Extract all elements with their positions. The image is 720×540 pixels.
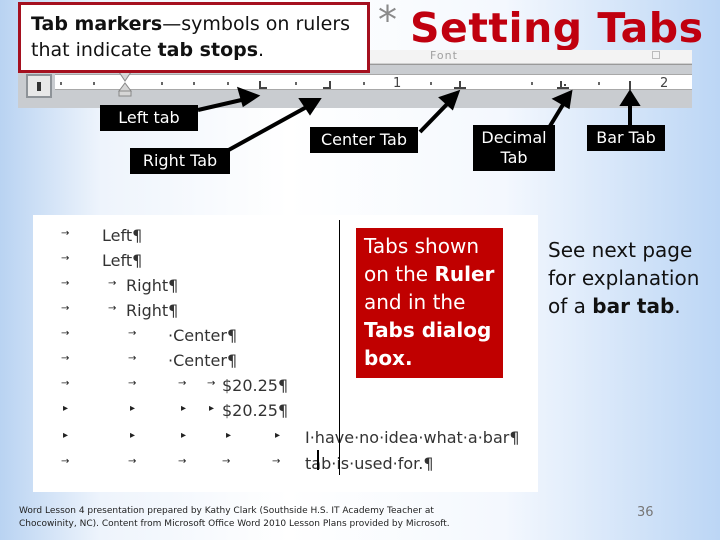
label-bar-tab: Bar Tab [587, 125, 665, 151]
doc-line-left-2: Left¶ [102, 251, 143, 270]
doc-line-center-1: ·Center¶ [168, 326, 238, 345]
tab-mark-icon: ▸ [130, 430, 136, 441]
tab-arrow-icon: → [108, 303, 117, 314]
callout-bold-ruler: Ruler [434, 262, 495, 286]
tab-mark-icon: ▸ [63, 403, 69, 414]
definition-box: Tab markers—symbols on rulers that indic… [18, 2, 370, 73]
doc-line-right-2: Right¶ [126, 301, 179, 320]
callout-text-2: and in the [364, 290, 466, 314]
definition-emphasis: tab stops [157, 39, 259, 61]
label-left-tab: Left tab [100, 105, 198, 131]
tab-arrow-icon: → [128, 353, 137, 364]
tab-arrow-icon: → [207, 378, 216, 389]
tab-mark-icon: ▸ [181, 430, 187, 441]
page-number: 36 [637, 505, 654, 520]
tab-mark-icon: ▸ [130, 403, 136, 414]
label-decimal-tab: Decimal Tab [473, 125, 555, 171]
arrowhead-decimal-tab [551, 89, 573, 110]
tab-arrow-icon: → [178, 456, 187, 467]
tab-arrow-icon: → [61, 378, 70, 389]
callout-box: Tabs shown on the Ruler and in the Tabs … [356, 228, 503, 378]
doc-line-right-1: Right¶ [126, 276, 179, 295]
arrowhead-left-tab [236, 86, 261, 108]
tab-mark-icon: ▸ [209, 403, 215, 414]
tab-arrow-icon: → [61, 456, 70, 467]
note-bold: bar tab [592, 294, 675, 318]
tab-arrow-icon: → [128, 328, 137, 339]
tab-arrow-icon: → [128, 456, 137, 467]
tab-arrow-icon: → [61, 278, 70, 289]
callout-bold-tabs: Tabs dialog box. [364, 318, 492, 370]
bar-tab-line [339, 220, 340, 475]
tab-arrow-icon: → [61, 303, 70, 314]
tab-arrow-icon: → [272, 456, 281, 467]
arrow-right-tab [224, 102, 313, 154]
arrowhead-bar-tab [619, 89, 641, 106]
text-cursor [317, 450, 319, 470]
doc-line-left-1: Left¶ [102, 226, 143, 245]
definition-end: . [258, 39, 265, 61]
tab-arrow-icon: → [178, 378, 187, 389]
tab-arrow-icon: → [128, 378, 137, 389]
note-text: See next page for explanation of a bar t… [548, 236, 708, 320]
doc-line-decimal-2: $20.25¶ [222, 401, 289, 420]
doc-line-bar-1: I·have·no·idea·what·a·bar¶ [305, 428, 520, 447]
tab-arrow-icon: → [61, 328, 70, 339]
tab-mark-icon: ▸ [63, 430, 69, 441]
footer-credits: Word Lesson 4 presentation prepared by K… [19, 505, 459, 531]
label-center-tab: Center Tab [310, 127, 418, 153]
tab-arrow-icon: → [222, 456, 231, 467]
label-right-tab: Right Tab [130, 148, 230, 174]
tab-mark-icon: ▸ [181, 403, 187, 414]
label-decimal-line2: Tab [500, 148, 528, 167]
tab-arrow-icon: → [108, 278, 117, 289]
doc-line-center-2: ·Center¶ [168, 351, 238, 370]
tab-arrow-icon: → [61, 353, 70, 364]
tab-arrow-icon: → [61, 253, 70, 264]
label-decimal-line1: Decimal [481, 128, 547, 147]
doc-line-decimal-1: $20.25¶ [222, 376, 289, 395]
tab-arrow-icon: → [61, 228, 70, 239]
note-end: . [674, 294, 681, 318]
tab-mark-icon: ▸ [275, 430, 281, 441]
doc-line-bar-2: tab·is·used·for.¶ [305, 454, 434, 473]
definition-term: Tab markers [31, 13, 163, 35]
footer-line-2: Chocowinity, NC). Content from Microsoft… [19, 519, 450, 529]
tab-mark-icon: ▸ [226, 430, 232, 441]
footer-line-1: Word Lesson 4 presentation prepared by K… [19, 506, 434, 516]
